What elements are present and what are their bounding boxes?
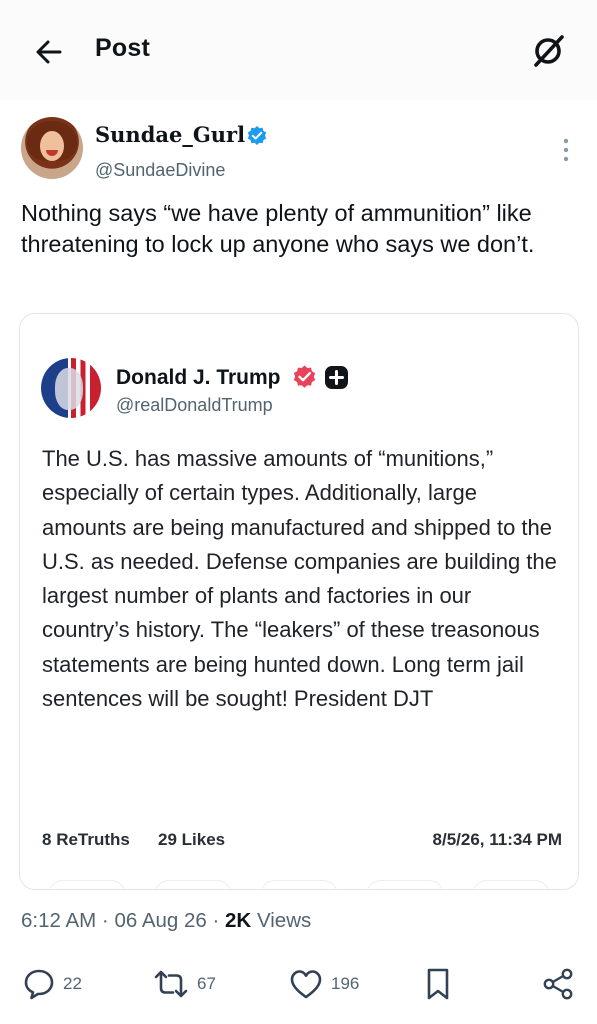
repost-icon — [154, 970, 188, 998]
action-bar: 22 67 196 — [0, 960, 597, 1010]
author-handle[interactable]: @SundaeDivine — [95, 160, 225, 181]
quoted-action-pill — [472, 880, 550, 889]
back-button[interactable] — [30, 32, 70, 72]
grok-button[interactable] — [527, 30, 569, 72]
like-count: 196 — [331, 974, 360, 993]
top-bar: Post — [0, 0, 597, 100]
arrow-left-icon — [36, 40, 62, 64]
post-text: Nothing says “we have plenty of ammuniti… — [21, 200, 535, 257]
retruths-stat: 8 ReTruths — [42, 830, 130, 849]
quoted-post-timestamp: 8/5/26, 11:34 PM — [432, 830, 562, 849]
post-date: 06 Aug 26 — [114, 909, 207, 932]
quoted-author-name: Donald J. Trump — [116, 366, 281, 389]
quoted-author-avatar — [41, 358, 101, 418]
author-name[interactable]: Sundae_Gurl — [95, 122, 245, 147]
repost-count: 67 — [197, 974, 216, 993]
truth-verified-badge-icon — [293, 365, 316, 388]
post-meta: 6:12 AM · 06 Aug 26 · 2K Views — [21, 909, 312, 932]
quoted-action-pill — [48, 880, 126, 889]
post-time: 6:12 AM — [21, 909, 97, 932]
repost-button[interactable]: 67 — [152, 964, 216, 1004]
author-avatar[interactable] — [21, 117, 83, 179]
verified-badge-icon — [247, 126, 267, 145]
share-icon — [543, 968, 573, 1000]
page-title: Post — [95, 34, 150, 62]
share-button[interactable] — [540, 964, 576, 1004]
quoted-action-pill — [260, 880, 338, 889]
like-button[interactable]: 196 — [288, 964, 359, 1004]
bookmark-button[interactable] — [424, 964, 452, 1004]
heart-icon — [290, 970, 322, 999]
bookmark-icon — [427, 968, 449, 1000]
quoted-action-pill — [154, 880, 232, 889]
quoted-author-handle: @realDonaldTrump — [116, 395, 273, 415]
quoted-post-card[interactable]: Donald J. Trump @realDonaldTrump The U.S… — [19, 313, 579, 890]
quoted-post-text: The U.S. has massive amounts of “munitio… — [42, 446, 557, 712]
views-label: Views — [256, 909, 312, 932]
reply-icon — [24, 969, 54, 1000]
plus-badge-icon — [325, 366, 348, 389]
quoted-post-stats: 8 ReTruths 29 Likes 8/5/26, 11:34 PM — [42, 830, 562, 854]
reply-button[interactable]: 22 — [22, 964, 82, 1004]
quoted-action-pill — [366, 880, 444, 889]
reply-count: 22 — [63, 974, 82, 993]
views-count[interactable]: 2K — [225, 909, 251, 932]
more-options-button[interactable] — [556, 136, 576, 164]
grok-icon — [534, 35, 564, 67]
likes-stat: 29 Likes — [158, 830, 226, 849]
more-vertical-icon — [563, 138, 569, 162]
